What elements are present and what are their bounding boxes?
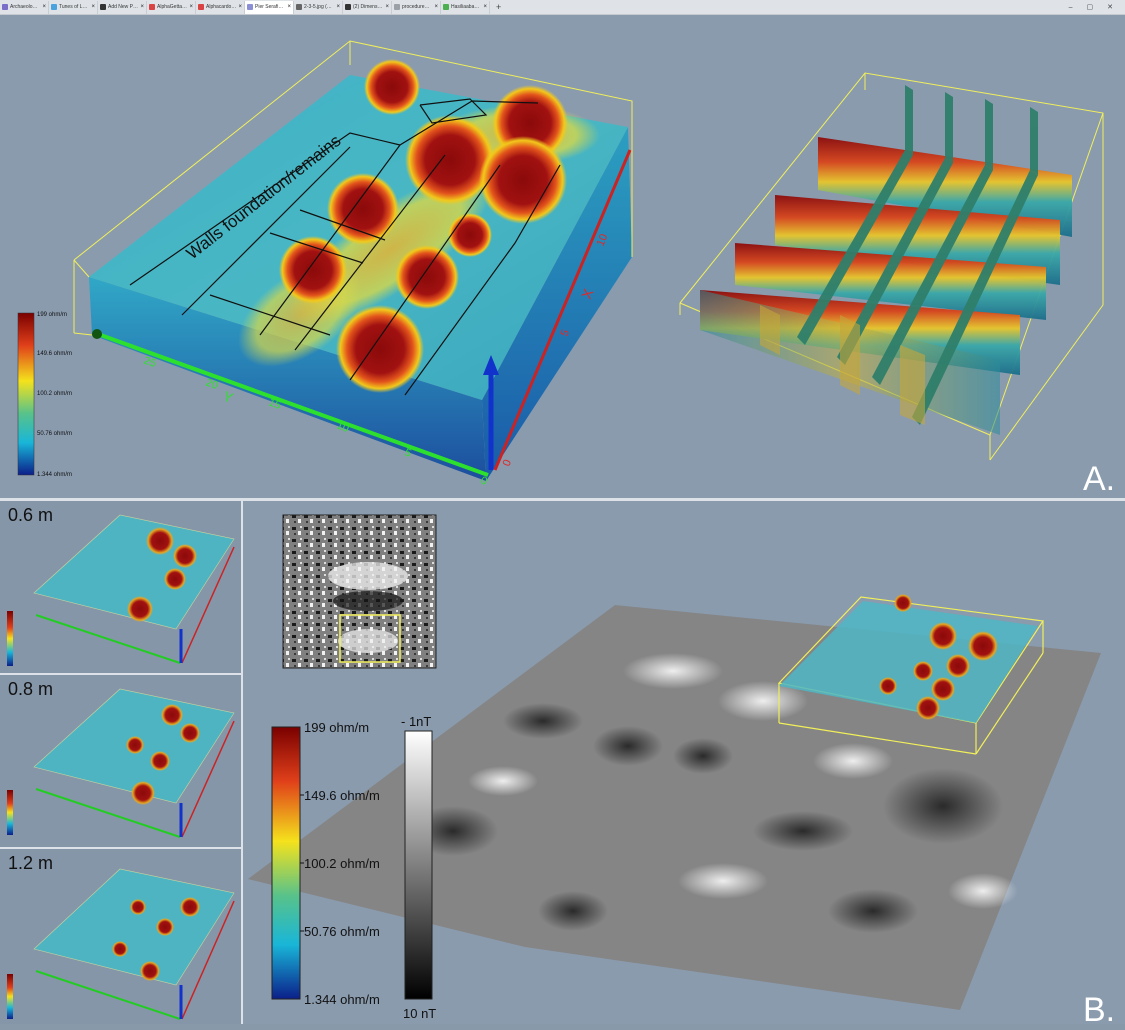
tab-favicon-icon (443, 4, 449, 10)
svg-text:Y: Y (221, 388, 236, 406)
depth-label-0-8: 0.8 m (8, 679, 54, 699)
panel-a-3d-resistivity: Walls foundation/remains 0 5 10 X 0 5 10… (0, 15, 1125, 501)
tab-label: Hasiliaaba… (451, 4, 480, 10)
panel-b-scene[interactable]: 199 ohm/m 149.6 ohm/m 100.2 ohm/m 50.76 … (243, 501, 1125, 1024)
browser-tab[interactable]: Hasiliaaba… × (441, 0, 490, 14)
browser-tab-strip: Archaeolo… × Tunes of Lov… × Add New P… × Alph… (0, 0, 1125, 15)
browser-tab[interactable]: (2) Dimensio… × (343, 0, 392, 14)
panel-b-magnetic-overlay: 199 ohm/m 149.6 ohm/m 100.2 ohm/m 50.76 … (243, 501, 1125, 1029)
tab-label: Archaeolo… (10, 4, 38, 10)
colorbar-small: 199 ohm/m 149.6 ohm/m 100.2 ohm/m 50.76 … (17, 312, 72, 478)
svg-text:149.6 ohm/m: 149.6 ohm/m (304, 788, 380, 803)
tab-favicon-icon (345, 4, 351, 10)
depth-slice-column: 0.6 m 0.8 m 1.2 m (0, 501, 243, 1024)
tab-favicon-icon (149, 4, 155, 10)
tab-close-icon[interactable]: × (483, 4, 487, 10)
tab-favicon-icon (2, 4, 8, 10)
svg-text:50.76 ohm/m: 50.76 ohm/m (37, 431, 72, 437)
svg-text:- 1nT: - 1nT (401, 714, 431, 729)
depth-label-0-6: 0.6 m (8, 505, 54, 525)
browser-tab[interactable]: procedure… × (392, 0, 441, 14)
window-controls: – ▢ ✕ (1069, 0, 1125, 14)
tab-close-icon[interactable]: × (434, 4, 438, 10)
tab-close-icon[interactable]: × (287, 4, 291, 10)
depth-slice-0-6m[interactable]: 0.6 m (0, 501, 241, 675)
tab-close-icon[interactable]: × (238, 4, 242, 10)
minimize-button[interactable]: – (1069, 4, 1073, 11)
panel-letter-a: A. (1083, 460, 1116, 498)
tab-favicon-icon (198, 4, 204, 10)
depth-label-1-2: 1.2 m (8, 853, 54, 873)
tab-label: Tunes of Lov… (59, 4, 90, 10)
svg-text:15: 15 (267, 397, 283, 412)
maximize-button[interactable]: ▢ (1087, 3, 1094, 11)
svg-text:199 ohm/m: 199 ohm/m (37, 312, 67, 318)
browser-tab[interactable]: Tunes of Lov… × (49, 0, 98, 14)
tab-close-icon[interactable]: × (336, 4, 340, 10)
tab-favicon-icon (247, 4, 253, 10)
magnetic-inset (282, 514, 437, 669)
svg-text:1.344 ohm/m: 1.344 ohm/m (304, 992, 380, 1007)
svg-text:199 ohm/m: 199 ohm/m (304, 720, 369, 735)
svg-text:25: 25 (142, 355, 158, 370)
tab-label: Pier Serafini… (255, 4, 286, 10)
browser-tab[interactable]: AlphaGetta… × (147, 0, 196, 14)
tab-label: Alphacardo… (206, 4, 237, 10)
tab-close-icon[interactable]: × (91, 4, 95, 10)
tab-favicon-icon (296, 4, 302, 10)
tab-favicon-icon (100, 4, 106, 10)
tab-close-icon[interactable]: × (385, 4, 389, 10)
browser-tab[interactable]: Alphacardo… × (196, 0, 245, 14)
svg-text:100.2 ohm/m: 100.2 ohm/m (37, 391, 72, 397)
svg-text:149.6 ohm/m: 149.6 ohm/m (37, 351, 72, 357)
close-button[interactable]: ✕ (1107, 3, 1113, 11)
svg-text:50.76 ohm/m: 50.76 ohm/m (304, 924, 380, 939)
depth-slice-0-8m[interactable]: 0.8 m (0, 675, 241, 849)
tab-label: procedure… (402, 4, 430, 10)
panel-letter-b: B. (1083, 991, 1116, 1029)
svg-text:0: 0 (501, 458, 514, 468)
svg-text:1.344 ohm/m: 1.344 ohm/m (37, 472, 72, 478)
tab-favicon-icon (394, 4, 400, 10)
browser-tab[interactable]: 2-3-5.jpg (… × (294, 0, 343, 14)
svg-text:10: 10 (335, 420, 351, 435)
tab-favicon-icon (51, 4, 57, 10)
browser-tab[interactable]: Add New P… × (98, 0, 147, 14)
tab-close-icon[interactable]: × (140, 4, 144, 10)
fence-diagram (679, 72, 1104, 461)
panel-a-scene[interactable]: Walls foundation/remains 0 5 10 X 0 5 10… (0, 15, 1125, 498)
tab-close-icon[interactable]: × (42, 4, 46, 10)
tab-label: AlphaGetta… (157, 4, 188, 10)
tab-label: (2) Dimensio… (353, 4, 384, 10)
tab-close-icon[interactable]: × (189, 4, 193, 10)
tab-label: Add New P… (108, 4, 139, 10)
resistivity-colorbar: 199 ohm/m 149.6 ohm/m 100.2 ohm/m 50.76 … (271, 720, 380, 1007)
svg-text:10 nT: 10 nT (403, 1006, 436, 1021)
svg-text:100.2 ohm/m: 100.2 ohm/m (304, 856, 380, 871)
browser-tab[interactable]: Archaeolo… × (0, 0, 49, 14)
browser-tab[interactable]: Pier Serafini… × (245, 0, 294, 14)
new-tab-button[interactable]: + (490, 2, 507, 12)
depth-slice-1-2m[interactable]: 1.2 m (0, 849, 241, 1021)
tab-label: 2-3-5.jpg (… (304, 4, 332, 10)
svg-text:20: 20 (204, 377, 220, 392)
magnetic-colorbar: - 1nT 10 nT (401, 714, 436, 1021)
